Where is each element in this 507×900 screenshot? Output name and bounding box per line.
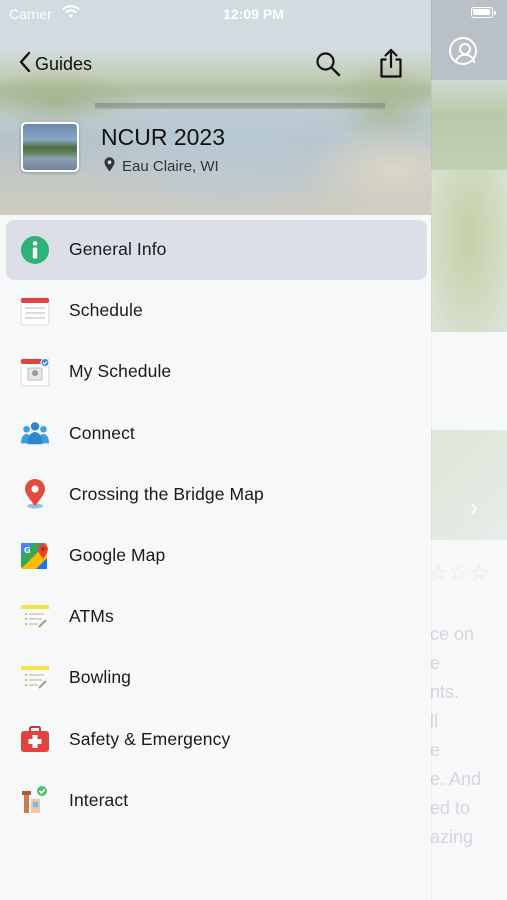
guide-menu: General Info Schedule My Schedule Connec… xyxy=(0,219,431,831)
background-text-line: e. And xyxy=(430,769,482,789)
menu-item-connect[interactable]: Connect xyxy=(0,403,431,464)
back-button-label: Guides xyxy=(35,53,93,74)
background-description: ce on e nts. ll e e. And ed to azing xyxy=(430,620,507,852)
status-bar: Carrier 12:09 PM xyxy=(0,0,507,28)
menu-item-bowling[interactable]: Bowling xyxy=(0,647,431,708)
menu-item-label: Google Map xyxy=(69,545,166,566)
menu-item-label: Connect xyxy=(69,422,135,443)
menu-item-label: Schedule xyxy=(69,300,143,321)
guide-location: Eau Claire, WI xyxy=(104,157,219,176)
guide-header: Guides NCUR 2023 Eau Claire, WI xyxy=(0,0,431,215)
list-note-icon xyxy=(20,602,50,632)
menu-item-interact[interactable]: Interact xyxy=(0,770,431,831)
header-photo-overlay xyxy=(0,0,431,215)
search-icon xyxy=(314,52,342,82)
menu-item-atms[interactable]: ATMs xyxy=(0,586,431,647)
google-maps-icon: G xyxy=(20,541,50,571)
menu-item-label: Bowling xyxy=(69,667,131,688)
background-trees xyxy=(431,170,507,332)
menu-item-google-map[interactable]: G Google Map xyxy=(0,525,431,586)
background-text-line: azing xyxy=(430,827,474,847)
svg-text:G: G xyxy=(24,546,31,555)
list-note-icon xyxy=(20,663,50,693)
background-text-line: nts. xyxy=(430,682,460,702)
menu-item-crossing-the-bridge-map[interactable]: Crossing the Bridge Map xyxy=(0,464,431,525)
side-drawer: Guides NCUR 2023 Eau Claire, WI General … xyxy=(0,0,431,900)
people-icon xyxy=(20,418,50,448)
battery-icon xyxy=(471,7,496,18)
menu-item-safety-emergency[interactable]: Safety & Emergency xyxy=(0,709,431,770)
interact-icon xyxy=(20,785,50,815)
guide-title: NCUR 2023 xyxy=(101,124,225,150)
background-text-line: e xyxy=(430,740,441,760)
menu-item-general-info[interactable]: General Info xyxy=(0,219,431,281)
rating-stars: ☆☆☆ xyxy=(428,560,491,585)
chevron-right-icon[interactable]: › xyxy=(470,494,478,522)
back-to-guides-button[interactable]: Guides xyxy=(18,50,92,78)
search-button[interactable] xyxy=(314,50,342,78)
menu-item-label: Safety & Emergency xyxy=(69,728,231,749)
share-icon xyxy=(377,48,405,83)
profile-icon[interactable] xyxy=(449,37,477,65)
map-pin-icon xyxy=(20,479,50,509)
status-time: 12:09 PM xyxy=(223,6,284,22)
guide-thumbnail xyxy=(21,122,79,172)
background-photo-card[interactable] xyxy=(431,430,507,540)
background-text-line: ll xyxy=(430,711,438,731)
first-aid-icon xyxy=(20,724,50,754)
background-text-line: e xyxy=(430,653,441,673)
menu-item-label: General Info xyxy=(69,239,167,260)
menu-item-label: Interact xyxy=(69,789,129,810)
background-text-line: ed to xyxy=(430,798,471,818)
calendar-icon xyxy=(20,296,50,326)
menu-item-label: ATMs xyxy=(69,606,114,627)
menu-item-schedule[interactable]: Schedule xyxy=(0,280,431,341)
info-icon xyxy=(20,235,50,265)
menu-item-my-schedule[interactable]: My Schedule xyxy=(0,341,431,402)
menu-item-label: Crossing the Bridge Map xyxy=(69,483,264,504)
menu-item-label: My Schedule xyxy=(69,361,172,382)
guide-location-text: Eau Claire, WI xyxy=(122,158,219,175)
my-schedule-icon xyxy=(20,357,50,387)
background-text-line: ce on xyxy=(430,624,475,644)
chevron-left-icon xyxy=(18,50,32,79)
share-button[interactable] xyxy=(377,47,405,79)
location-pin-icon xyxy=(104,157,115,176)
